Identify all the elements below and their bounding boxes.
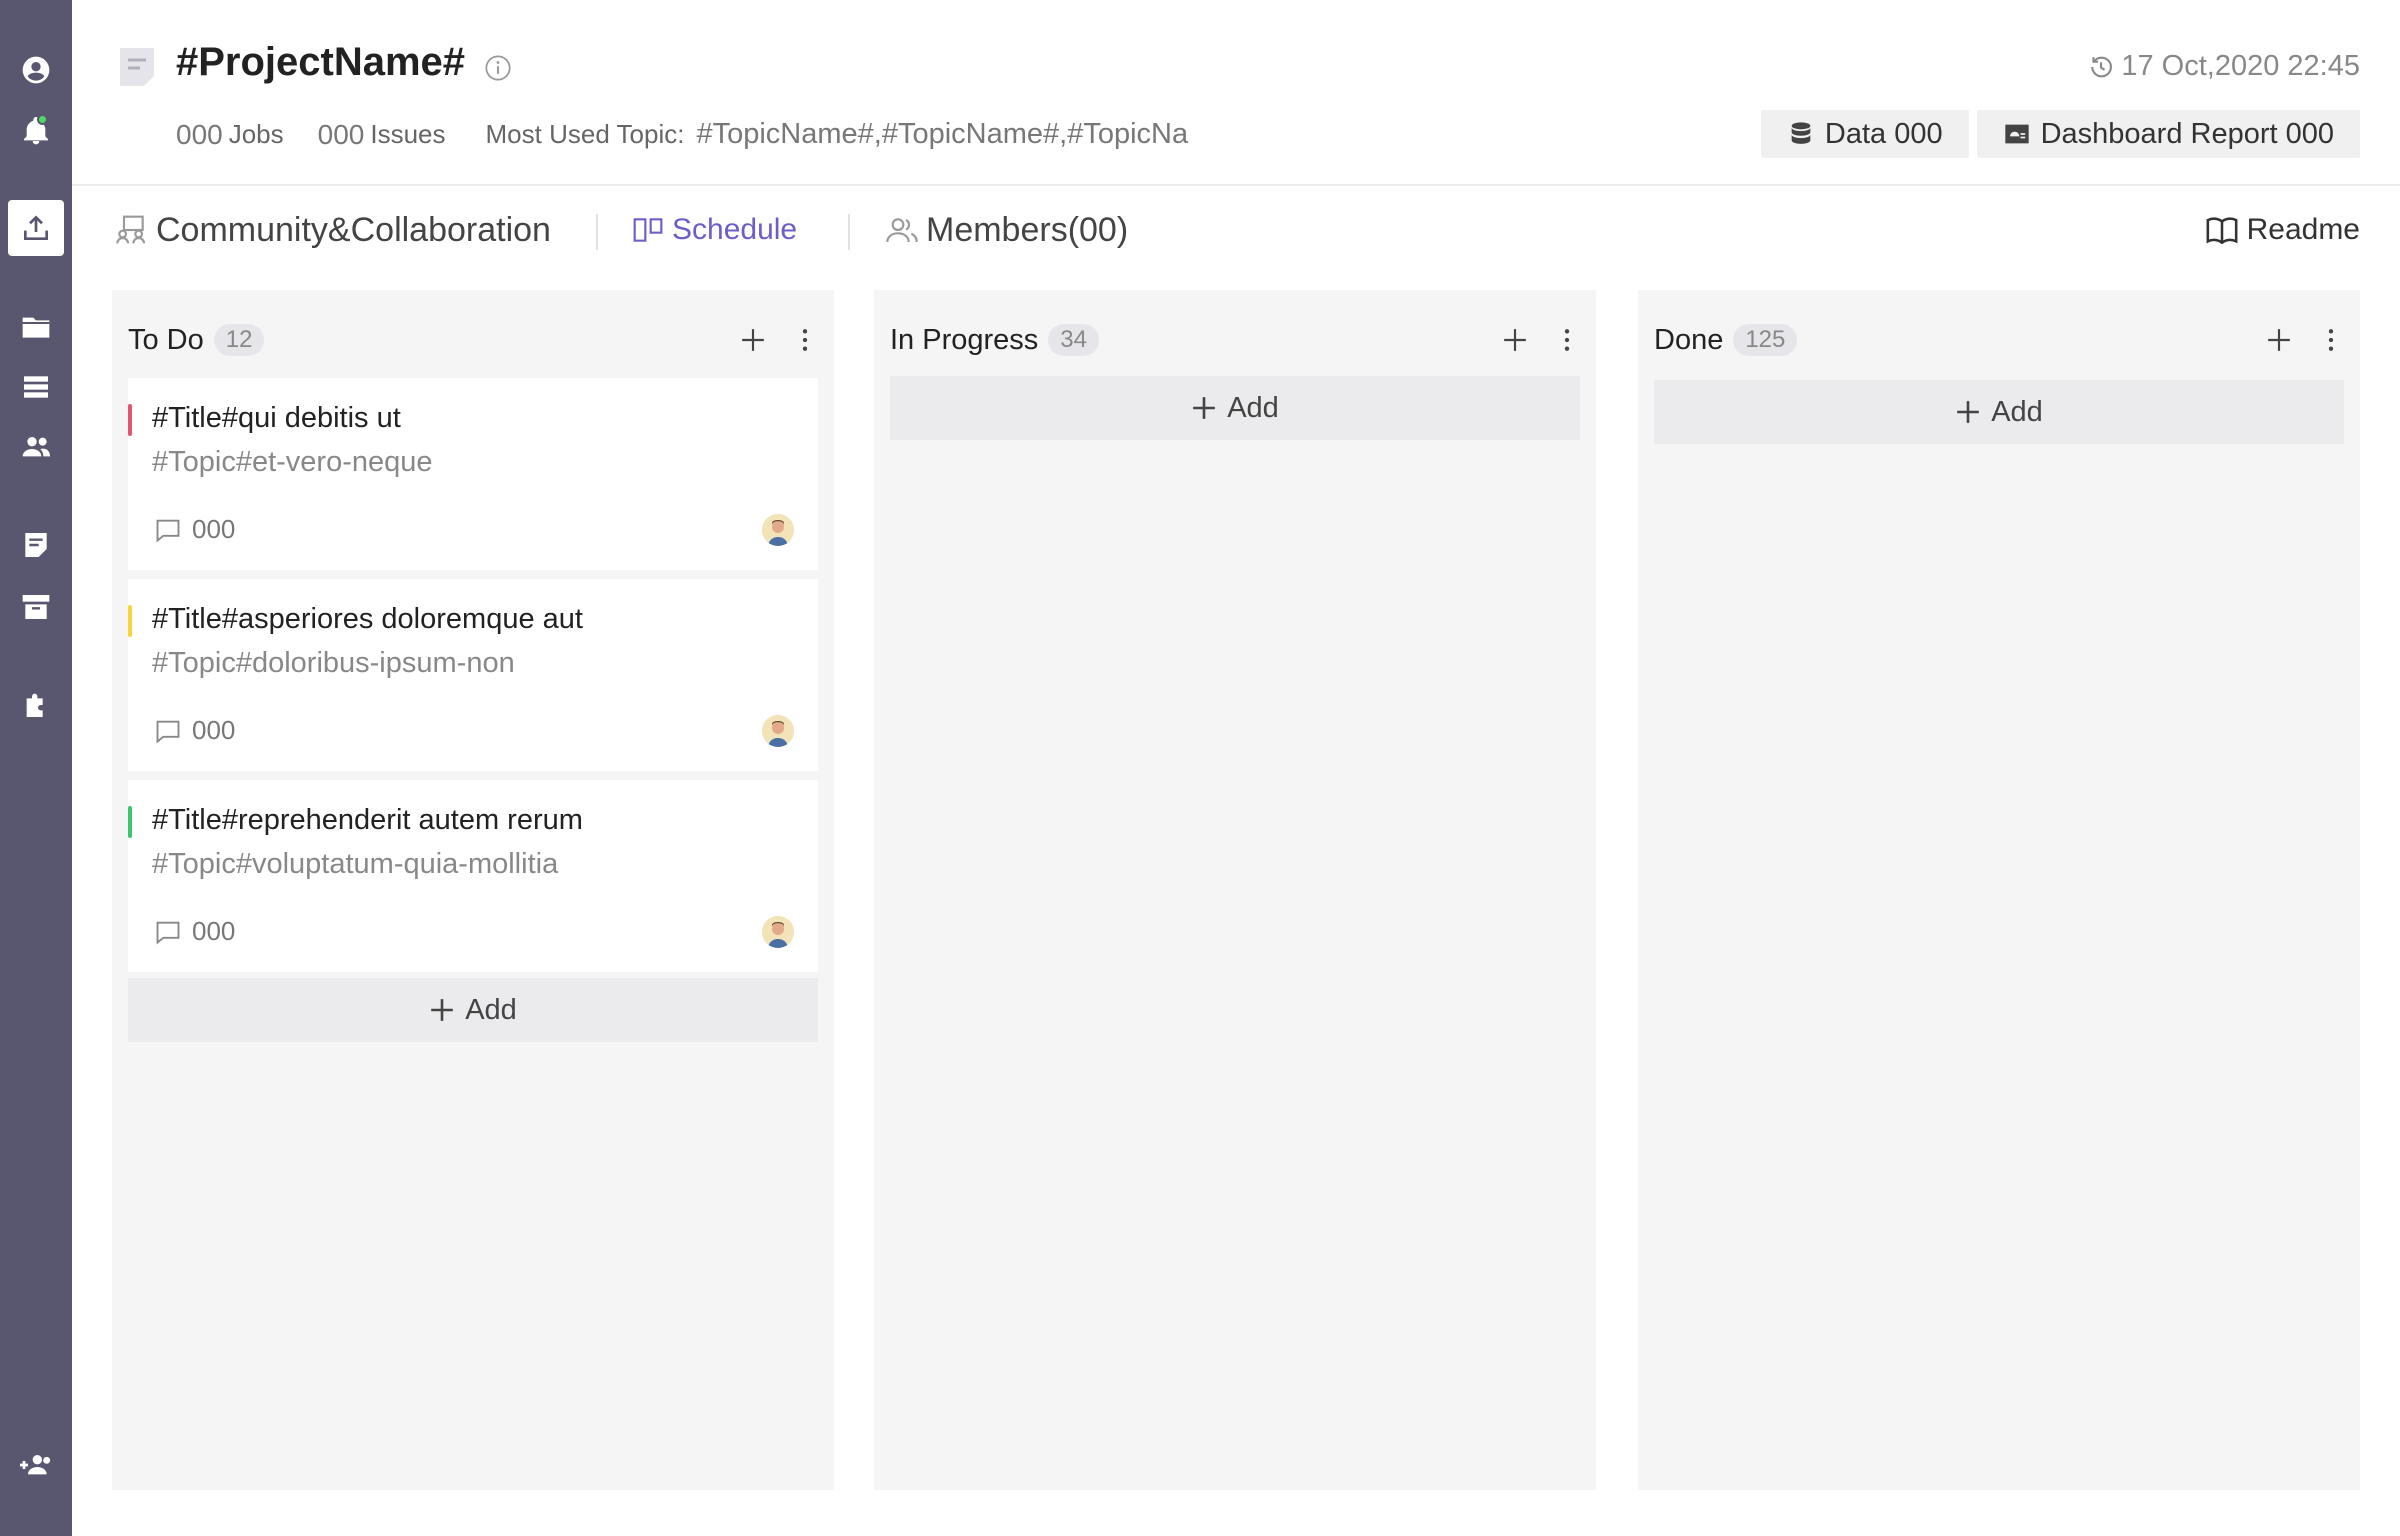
- book-icon: [2206, 217, 2238, 245]
- more-vertical-icon[interactable]: [2318, 325, 2344, 355]
- topics-label: Most Used Topic:: [485, 119, 685, 149]
- count-badge: 34: [1048, 324, 1099, 356]
- members-icon: [886, 218, 918, 243]
- column-todo: To Do 12 #Title#qui debitis ut #Topic#et…: [112, 290, 834, 1490]
- stack-icon[interactable]: [0, 362, 72, 412]
- jobs-label: Jobs: [228, 119, 284, 149]
- tab-schedule-label: Schedule: [672, 213, 798, 246]
- priority-bar: [128, 605, 132, 637]
- column-header: To Do 12: [128, 316, 818, 364]
- dashboard-report-label: Dashboard Report 000: [2040, 117, 2334, 150]
- add-card-label: Add: [1227, 391, 1279, 424]
- card-comments[interactable]: 000: [154, 514, 235, 545]
- sidebar: [0, 0, 72, 1536]
- card-title: #Title#asperiores doloremque aut: [152, 603, 583, 635]
- comment-count: 000: [192, 916, 236, 946]
- plus-icon[interactable]: [740, 325, 766, 355]
- tab-community[interactable]: Community&Collaboration: [116, 200, 551, 260]
- comment-count: 000: [192, 715, 236, 745]
- upload-icon[interactable]: [8, 200, 64, 256]
- tab-schedule[interactable]: Schedule: [632, 200, 797, 260]
- more-vertical-icon[interactable]: [1554, 325, 1580, 355]
- card-title: #Title#reprehenderit autem rerum: [152, 804, 583, 836]
- kanban-icon: [633, 218, 663, 242]
- readme-label: Readme: [2246, 213, 2360, 246]
- dashboard-report-button[interactable]: Dashboard Report 000: [1976, 110, 2360, 158]
- comment-icon: [156, 720, 180, 743]
- page-title: #ProjectName#: [176, 40, 466, 84]
- tab-members[interactable]: Members(00): [886, 200, 1128, 260]
- task-card[interactable]: #Title#reprehenderit autem rerum #Topic#…: [128, 780, 818, 972]
- comment-icon: [156, 921, 180, 944]
- add-user-icon[interactable]: [0, 1440, 72, 1490]
- plus-icon: [1193, 397, 1216, 419]
- topics-list: #TopicName#,#TopicName#,#TopicNa: [696, 118, 1189, 150]
- column-done: Done 125 Add: [1638, 290, 2360, 1490]
- add-card-button[interactable]: Add: [1654, 380, 2344, 444]
- card-topic: #Topic#et-vero-neque: [152, 446, 433, 478]
- column-header: In Progress 34: [890, 316, 1580, 364]
- community-icon: [116, 215, 146, 244]
- comment-count: 000: [192, 514, 236, 544]
- comment-icon: [156, 519, 180, 542]
- column-title: To Do: [128, 323, 204, 356]
- plus-icon: [1957, 401, 1980, 423]
- database-icon: [1791, 122, 1811, 144]
- tab-bar: Community&Collaboration Schedule Members…: [72, 200, 2400, 260]
- note-icon[interactable]: [0, 520, 72, 570]
- plus-icon[interactable]: [1502, 325, 1528, 355]
- project-header: #ProjectName# 17 Oct,2020 22:45 000 Jobs…: [72, 0, 2400, 186]
- avatar[interactable]: [762, 514, 794, 546]
- priority-bar: [128, 806, 132, 838]
- priority-bar: [128, 404, 132, 436]
- history-icon: [2091, 56, 2113, 77]
- avatar[interactable]: [762, 715, 794, 747]
- card-topic: #Topic#voluptatum-quia-mollitia: [152, 848, 559, 880]
- avatar[interactable]: [762, 916, 794, 948]
- column-header: Done 125: [1654, 316, 2344, 364]
- puzzle-icon[interactable]: [0, 680, 72, 730]
- add-card-label: Add: [1991, 395, 2043, 428]
- notification-dot: [37, 114, 48, 125]
- last-updated: 17 Oct,2020 22:45: [2087, 50, 2360, 83]
- issues-label: Issues: [370, 119, 446, 149]
- add-card-button[interactable]: Add: [890, 376, 1580, 440]
- folder-icon[interactable]: [0, 302, 72, 352]
- add-card-label: Add: [465, 993, 517, 1026]
- card-topic: #Topic#doloribus-ipsum-non: [152, 647, 515, 679]
- archive-icon[interactable]: [0, 582, 72, 632]
- add-card-button[interactable]: Add: [128, 978, 818, 1042]
- column-title: In Progress: [890, 323, 1039, 356]
- data-button-label: Data 000: [1824, 117, 1943, 150]
- user-circle-icon[interactable]: [0, 45, 72, 95]
- bell-icon[interactable]: [0, 106, 72, 156]
- count-badge: 125: [1733, 324, 1798, 356]
- task-card[interactable]: #Title#asperiores doloremque aut #Topic#…: [128, 579, 818, 771]
- column-in-progress: In Progress 34 Add: [874, 290, 1596, 1490]
- timestamp-text: 17 Oct,2020 22:45: [2121, 50, 2360, 82]
- users-icon[interactable]: [0, 422, 72, 472]
- issues-count: 000: [317, 118, 365, 150]
- tab-members-label: Members(00): [926, 210, 1129, 249]
- readme-link[interactable]: Readme: [2205, 200, 2360, 260]
- dashboard-icon: [2004, 124, 2029, 144]
- card-title: #Title#qui debitis ut: [152, 402, 401, 434]
- project-stats: 000 Jobs 000 Issues Most Used Topic: #To…: [176, 118, 1188, 151]
- jobs-count: 000: [176, 118, 223, 150]
- data-button[interactable]: Data 000: [1760, 110, 1969, 158]
- card-comments[interactable]: 000: [154, 916, 235, 947]
- more-vertical-icon[interactable]: [792, 325, 818, 355]
- count-badge: 12: [213, 324, 265, 356]
- document-icon: [120, 48, 154, 86]
- info-icon[interactable]: [484, 54, 512, 82]
- tab-community-label: Community&Collaboration: [156, 210, 551, 249]
- column-title: Done: [1654, 323, 1724, 356]
- card-comments[interactable]: 000: [154, 715, 235, 746]
- plus-icon[interactable]: [2266, 325, 2292, 355]
- task-card[interactable]: #Title#qui debitis ut #Topic#et-vero-neq…: [128, 378, 818, 570]
- plus-icon: [431, 999, 454, 1021]
